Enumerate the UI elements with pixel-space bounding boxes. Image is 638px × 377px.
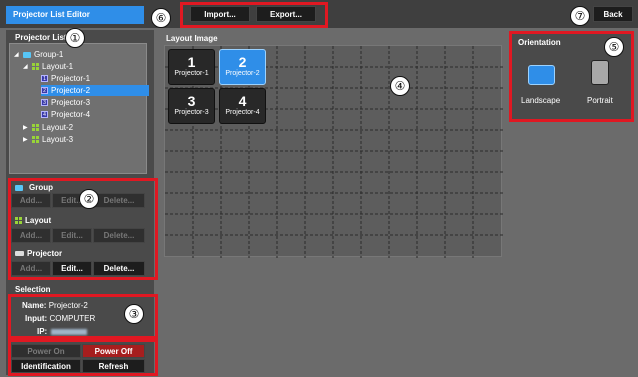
marker-6: ⑥ — [151, 8, 171, 28]
group-add-button[interactable]: Add... — [11, 193, 51, 208]
selection-title: Selection — [15, 285, 51, 294]
projector-number-icon: 3 — [41, 99, 48, 106]
projector-section-title: Projector — [15, 249, 62, 258]
collapse-icon[interactable]: ◢ — [14, 51, 20, 58]
group-delete-button[interactable]: Delete... — [93, 193, 145, 208]
layout-grid-icon — [32, 63, 39, 70]
landscape-option-icon[interactable] — [528, 65, 555, 85]
portrait-label[interactable]: Portrait — [587, 96, 613, 105]
layout-add-button[interactable]: Add... — [11, 228, 51, 243]
power-off-button[interactable]: Power Off — [82, 344, 145, 358]
layout-image-title: Layout Image — [166, 34, 218, 43]
export-button[interactable]: Export... — [256, 6, 316, 22]
layout-edit-button[interactable]: Edit... — [52, 228, 92, 243]
layout-tile-projector-2[interactable]: 2 Projector-2 — [219, 49, 266, 85]
portrait-option-icon[interactable] — [591, 60, 609, 85]
layout-image-canvas[interactable]: 1 Projector-1 2 Projector-2 3 Projector-… — [164, 45, 503, 258]
layout-delete-button[interactable]: Delete... — [93, 228, 145, 243]
projector-icon — [15, 251, 24, 256]
tree-item-projector-4[interactable]: 4 Projector-4 — [41, 109, 90, 120]
tree-item-layout-1[interactable]: ◢ Layout-1 — [23, 61, 73, 72]
projector-number-icon: 2 — [41, 87, 48, 94]
identification-button[interactable]: Identification — [11, 359, 81, 373]
projector-delete-button[interactable]: Delete... — [93, 261, 145, 276]
tree-item-layout-3[interactable]: ▶ Layout-3 — [23, 134, 73, 145]
layout-grid — [165, 46, 503, 258]
tree-item-projector-3[interactable]: 3 Projector-3 — [41, 97, 90, 108]
collapse-icon[interactable]: ◢ — [23, 63, 29, 70]
selection-name-value: Projector-2 — [48, 301, 88, 310]
tree-item-layout-2[interactable]: ▶ Layout-2 — [23, 122, 73, 133]
selection-input-value: COMPUTER — [49, 314, 96, 323]
projector-list-title: Projector List — [15, 33, 67, 42]
selection-ip-row: IP: — [37, 327, 88, 336]
ip-redacted — [51, 328, 88, 335]
layout-section-title: Layout — [15, 216, 51, 225]
expand-icon[interactable]: ▶ — [23, 136, 29, 143]
folder-icon — [23, 51, 31, 58]
projector-number-icon: 1 — [41, 75, 48, 82]
layout-grid-icon — [32, 136, 39, 143]
group-section-title: Group — [15, 183, 53, 192]
layout-tile-projector-4[interactable]: 4 Projector-4 — [219, 88, 266, 124]
tree-item-projector-1[interactable]: 1 Projector-1 — [41, 73, 90, 84]
app-title: Projector List Editor — [6, 6, 144, 24]
import-button[interactable]: Import... — [190, 6, 250, 22]
marker-4: ④ — [390, 76, 410, 96]
layout-grid-icon — [15, 217, 22, 224]
selection-name-row: Name: Projector-2 — [22, 301, 88, 310]
layout-tile-projector-1[interactable]: 1 Projector-1 — [168, 49, 215, 85]
folder-icon — [15, 184, 23, 191]
marker-2: ② — [79, 189, 99, 209]
projector-number-icon: 4 — [41, 111, 48, 118]
marker-5: ⑤ — [604, 37, 624, 57]
marker-7: ⑦ — [570, 6, 590, 26]
selection-input-row: Input: COMPUTER — [25, 314, 96, 323]
orientation-title: Orientation — [518, 38, 561, 47]
projector-edit-button[interactable]: Edit... — [52, 261, 92, 276]
layout-grid-icon — [32, 124, 39, 131]
tree-item-projector-2[interactable]: 2 Projector-2 — [41, 85, 149, 96]
marker-3: ③ — [124, 304, 144, 324]
back-button[interactable]: Back — [593, 6, 633, 22]
power-on-button[interactable]: Power On — [11, 344, 81, 358]
projector-add-button[interactable]: Add... — [11, 261, 51, 276]
projector-tree: ◢ Group-1 ◢ Layout-1 1 Projector-1 2 Pro… — [9, 43, 149, 174]
landscape-label[interactable]: Landscape — [521, 96, 560, 105]
marker-1: ① — [65, 28, 85, 48]
tree-item-group[interactable]: ◢ Group-1 — [14, 49, 63, 60]
refresh-button[interactable]: Refresh — [82, 359, 145, 373]
expand-icon[interactable]: ▶ — [23, 124, 29, 131]
layout-tile-projector-3[interactable]: 3 Projector-3 — [168, 88, 215, 124]
